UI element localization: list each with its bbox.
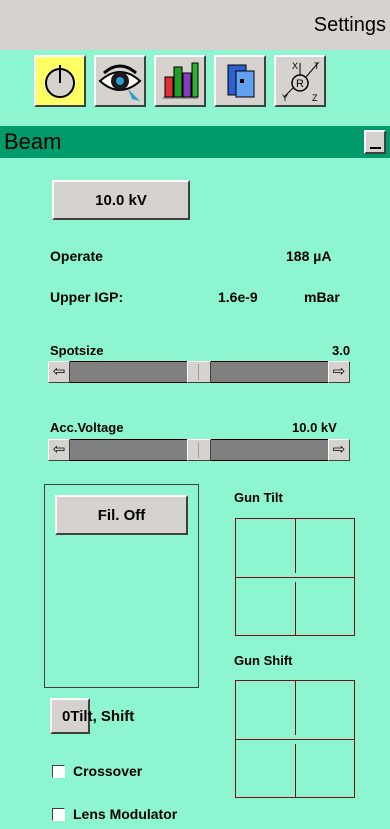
window-titlebar: Settings bbox=[0, 0, 390, 51]
panel-icon bbox=[227, 64, 255, 98]
svg-text:X: X bbox=[292, 61, 298, 71]
gun-tilt-label: Gun Tilt bbox=[234, 490, 283, 505]
crossover-row[interactable]: Crossover bbox=[52, 763, 142, 779]
acc-voltage-value: 10.0 kV bbox=[292, 420, 337, 435]
igp-label: Upper IGP: bbox=[50, 289, 124, 305]
gun-shift-label: Gun Shift bbox=[234, 653, 293, 668]
igp-unit: mBar bbox=[304, 289, 340, 305]
filament-panel: Fil. Off bbox=[44, 484, 199, 688]
eye-icon bbox=[98, 64, 142, 101]
lens-modulator-checkbox[interactable] bbox=[52, 807, 65, 821]
section-title: Beam bbox=[4, 129, 62, 154]
axes-icon: R X T Y Z bbox=[282, 61, 320, 103]
slider-left-arrow[interactable]: ⇦ bbox=[48, 361, 70, 383]
gun-tilt-pad[interactable] bbox=[235, 518, 355, 636]
icon-toolbar: R X T Y Z bbox=[0, 50, 390, 125]
gun-shift-pad[interactable] bbox=[235, 680, 355, 798]
beam-section-header: Beam bbox=[0, 126, 390, 158]
igp-value: 1.6e-9 bbox=[218, 289, 258, 305]
acc-voltage-slider[interactable]: ⇦ ⇨ bbox=[48, 439, 350, 461]
operate-label: Operate bbox=[50, 248, 103, 264]
svg-text:Y: Y bbox=[282, 93, 288, 103]
svg-text:T: T bbox=[314, 61, 320, 71]
zero-tilt-shift-button[interactable]: 0Tilt, Shift bbox=[50, 698, 134, 734]
zero-tilt-shift-label: 0Tilt, Shift bbox=[62, 707, 135, 725]
high-voltage-button[interactable]: 10.0 kV bbox=[52, 180, 190, 220]
panel-button[interactable] bbox=[214, 55, 266, 107]
eye-button[interactable] bbox=[94, 55, 146, 107]
slider-left-arrow[interactable]: ⇦ bbox=[48, 439, 70, 461]
knob-button[interactable] bbox=[34, 55, 86, 107]
slider-thumb[interactable] bbox=[187, 439, 211, 461]
crossover-label: Crossover bbox=[73, 763, 143, 779]
spotsize-slider[interactable]: ⇦ ⇨ bbox=[48, 361, 350, 383]
bar-chart-icon bbox=[162, 62, 199, 99]
filament-off-button[interactable]: Fil. Off bbox=[55, 495, 188, 535]
svg-text:R: R bbox=[296, 78, 304, 90]
lens-modulator-label: Lens Modulator bbox=[73, 806, 178, 822]
emission-current-value: 188 µA bbox=[286, 248, 332, 264]
minimize-button[interactable] bbox=[364, 130, 386, 154]
pad-center bbox=[291, 735, 300, 744]
svg-text:Z: Z bbox=[312, 93, 318, 103]
lens-modulator-row[interactable]: Lens Modulator bbox=[52, 806, 177, 822]
pad-center bbox=[291, 573, 300, 582]
slider-thumb[interactable] bbox=[187, 361, 211, 383]
knob-icon bbox=[45, 65, 75, 98]
crossover-checkbox[interactable] bbox=[52, 764, 65, 778]
window-title: Settings bbox=[313, 14, 386, 36]
axes-button[interactable]: R X T Y Z bbox=[274, 55, 326, 107]
slider-right-arrow[interactable]: ⇨ bbox=[328, 361, 350, 383]
spotsize-value: 3.0 bbox=[332, 343, 351, 358]
bar-chart-button[interactable] bbox=[154, 55, 206, 107]
slider-right-arrow[interactable]: ⇨ bbox=[328, 439, 350, 461]
spotsize-label: Spotsize bbox=[50, 343, 104, 358]
acc-voltage-label: Acc.Voltage bbox=[50, 420, 124, 435]
